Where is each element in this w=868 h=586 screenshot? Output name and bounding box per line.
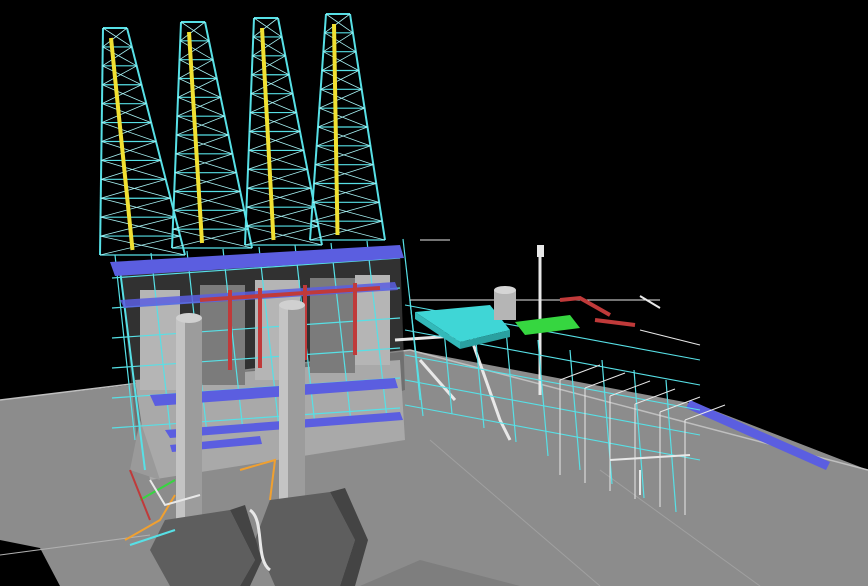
process-vessel <box>494 286 516 320</box>
vent-stack <box>537 245 544 257</box>
plant-3d-model-view <box>0 0 868 586</box>
plant-model-canvas <box>0 0 868 586</box>
